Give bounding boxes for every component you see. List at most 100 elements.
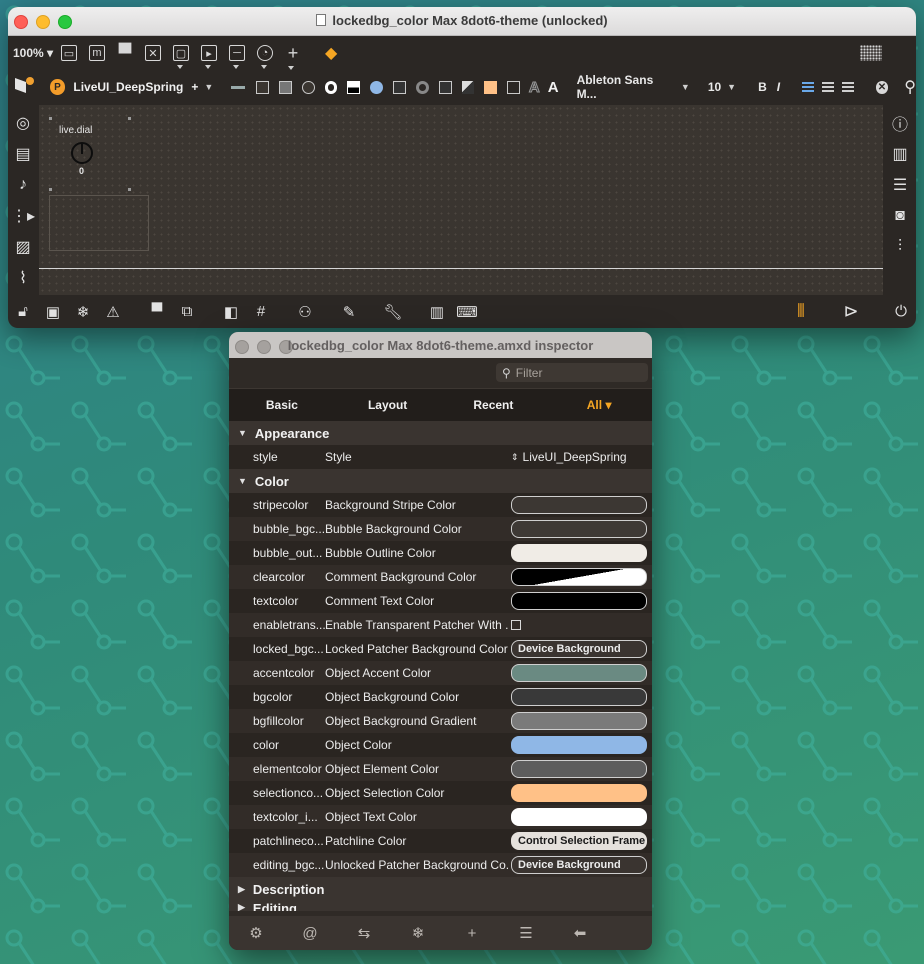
color-swatch-value[interactable] (511, 496, 647, 514)
camera-icon[interactable]: ◙ (884, 200, 916, 231)
chevron-down-icon[interactable]: ▼ (204, 82, 213, 92)
swap-icon[interactable]: ⇆ (337, 924, 391, 942)
warning-icon[interactable]: ⚠ (98, 303, 128, 321)
color-swatch-value[interactable] (511, 808, 647, 826)
play-object-icon[interactable]: ▸ (201, 45, 217, 69)
search-icon[interactable]: ⚲ (904, 77, 916, 97)
property-row-accentcolor[interactable]: accentcolor Object Accent Color (229, 661, 652, 685)
gradient-swatch-icon[interactable] (438, 80, 452, 94)
property-row-patchlineco[interactable]: patchlineco... Patchline Color Control Sel… (229, 829, 652, 853)
dial-object-icon[interactable]: ◔ (257, 45, 273, 69)
live-dial-object[interactable]: live.dial 0 (49, 117, 131, 191)
freeze-icon[interactable]: ❄ (68, 303, 98, 321)
slider-object-icon[interactable]: ─ (229, 45, 245, 69)
property-row-bubble-out[interactable]: bubble_out... Bubble Outline Color (229, 541, 652, 565)
section-color[interactable]: ▼ Color (229, 469, 652, 493)
property-row-bgcolor[interactable]: bgcolor Object Background Color (229, 685, 652, 709)
target-icon[interactable]: ◎ (8, 107, 38, 138)
patcher-canvas[interactable]: live.dial 0 (39, 105, 883, 295)
align-center-icon[interactable] (821, 81, 834, 93)
text-outline-icon[interactable]: A (528, 78, 540, 96)
ring-swatch-icon[interactable] (324, 80, 338, 94)
object-color-swatch-icon[interactable] (370, 80, 383, 94)
selection-swatch-icon[interactable] (484, 80, 498, 94)
image-icon[interactable]: ▨ (8, 231, 38, 262)
property-row-selectionco[interactable]: selectionco... Object Selection Color (229, 781, 652, 805)
mixer-icon[interactable]: ⫶ (884, 231, 916, 262)
message-icon[interactable]: m (89, 45, 105, 61)
comment-icon[interactable]: ▀ (117, 43, 133, 63)
color-swatch-value[interactable] (511, 544, 647, 562)
paint-bucket-icon[interactable]: ◆ (325, 43, 337, 63)
gear-icon[interactable]: ⚙ (229, 924, 283, 942)
piano-icon[interactable]: ▥ (422, 303, 452, 321)
section-description[interactable]: ▶ Description (229, 877, 652, 901)
wrench-icon[interactable]: 🔧︎ (378, 303, 408, 321)
accent-swatch-icon[interactable] (507, 80, 520, 94)
book-icon[interactable]: ▥ (884, 138, 916, 169)
tab-layout[interactable]: Layout (335, 398, 441, 412)
snap-icon[interactable]: ◧ (216, 303, 246, 321)
property-row-locked-bgc[interactable]: locked_bgc... Locked Patcher Background C… (229, 637, 652, 661)
property-row-clearcolor[interactable]: clearcolor Comment Background Color (229, 565, 652, 589)
section-editing[interactable]: ▶ Editing (229, 901, 652, 911)
empty-panel-object[interactable] (49, 195, 149, 251)
color-swatch-value[interactable] (511, 736, 647, 754)
chevron-down-icon[interactable]: ▼ (727, 82, 736, 92)
tab-all[interactable]: All ▾ (546, 398, 652, 412)
info-icon[interactable]: ⓘ (884, 107, 916, 138)
align-left-icon[interactable] (802, 81, 814, 93)
color-swatch-value[interactable] (511, 688, 647, 706)
color-swatch-value[interactable]: Device Background (511, 640, 647, 658)
back-arrow-icon[interactable]: ⬅ (553, 924, 607, 942)
button-object-icon[interactable]: ✕ (145, 45, 161, 61)
property-row-textcolor-i[interactable]: textcolor_i... Object Text Color (229, 805, 652, 829)
bgcolor-swatch-icon[interactable] (393, 80, 406, 94)
enable-transparent-checkbox[interactable] (511, 620, 521, 630)
style-menu[interactable]: LiveUI_DeepSpring (73, 80, 183, 94)
inspector-titlebar[interactable]: lockedbg_color Max 8dot6-theme.amxd insp… (229, 332, 652, 358)
style-badge-icon[interactable]: P (49, 79, 66, 95)
power-icon[interactable]: ⏻ (886, 303, 916, 320)
color-swatch-value[interactable] (511, 712, 647, 730)
bubble-swatch-icon[interactable] (278, 80, 292, 94)
italic-button[interactable]: I (777, 80, 780, 94)
property-row-textcolor[interactable]: textcolor Comment Text Color (229, 589, 652, 613)
color-swatch-value[interactable] (511, 568, 647, 586)
color-swatch-value[interactable]: Control Selection Frame (511, 832, 647, 850)
color-swatch-value[interactable]: Device Background (511, 856, 647, 874)
style-value[interactable]: ⇕ LiveUI_DeepSpring (511, 448, 647, 466)
new-object-icon[interactable]: ▭ (61, 45, 77, 61)
filter-input[interactable]: ⚲ Filter (496, 363, 648, 382)
text-color-icon[interactable]: A (548, 79, 559, 96)
meters-icon[interactable]: ⦀ (786, 301, 816, 322)
paperclip-icon[interactable]: ⌇ (8, 262, 38, 293)
zoom-menu[interactable]: 100% ▾ (13, 46, 55, 60)
patchline-swatch-icon[interactable] (231, 85, 246, 89)
color-swatch-value[interactable] (511, 784, 647, 802)
outline-swatch-icon[interactable] (301, 80, 315, 94)
comment-bubble-icon[interactable]: ▀ (142, 303, 172, 320)
hierarchy-icon[interactable]: ⚇ (290, 303, 320, 321)
property-row-editing-bgc[interactable]: editing_bgc... Unlocked Patcher Backgroun… (229, 853, 652, 877)
color-swatch-value[interactable] (511, 760, 647, 778)
property-row-enabletrans[interactable]: enabletrans... Enable Transparent Patcher… (229, 613, 652, 637)
toggle-object-icon[interactable]: ▢ (173, 45, 189, 69)
freeze-icon[interactable]: ❄ (391, 924, 445, 942)
menu-icon[interactable]: ☰ (499, 924, 553, 942)
list-icon[interactable]: ☰ (884, 169, 916, 200)
stripe-swatch-icon[interactable] (256, 80, 269, 94)
font-menu[interactable]: Ableton Sans M... (577, 73, 675, 101)
grid-icon[interactable]: # (246, 303, 276, 320)
property-row[interactable]: style Style ⇕ LiveUI_DeepSpring (229, 445, 652, 469)
property-row-color[interactable]: color Object Color (229, 733, 652, 757)
music-note-icon[interactable]: ♪ (8, 169, 38, 200)
property-row-bubble-bgc[interactable]: bubble_bgc... Bubble Background Color (229, 517, 652, 541)
play-circle-icon[interactable]: ⊳ (836, 301, 866, 322)
layers-icon[interactable]: ⧉ (172, 303, 202, 320)
property-row-bgfillcolor[interactable]: bgfillcolor Object Background Gradient (229, 709, 652, 733)
chevron-down-icon[interactable]: ▼ (681, 82, 690, 92)
at-sign-icon[interactable]: @ (283, 925, 337, 942)
film-strip-icon[interactable]: ▤ (8, 138, 38, 169)
section-appearance[interactable]: ▼ Appearance (229, 421, 652, 445)
